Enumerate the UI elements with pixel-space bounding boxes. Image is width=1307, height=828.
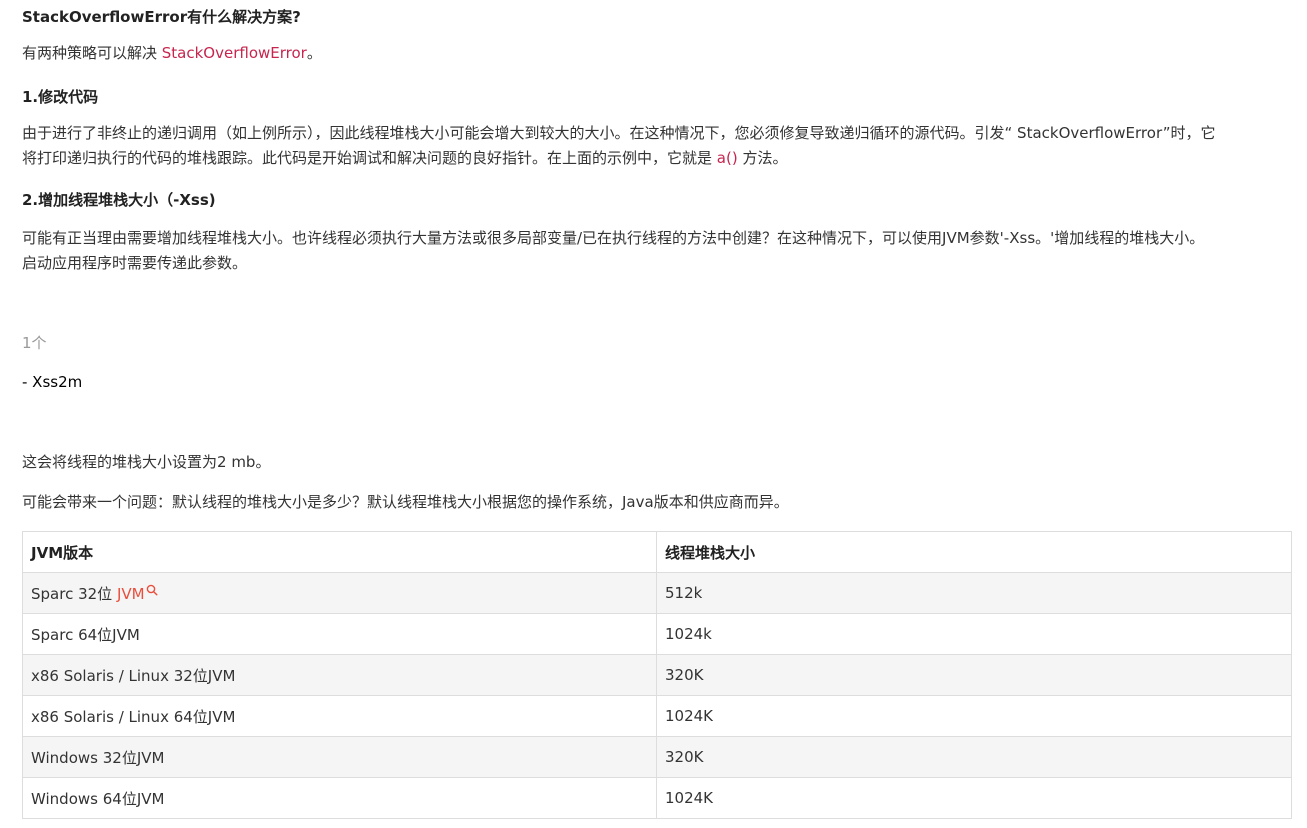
- search-icon[interactable]: [146, 584, 158, 596]
- inline-code: a(): [716, 149, 738, 167]
- question-paragraph: 可能会带来一个问题：默认线程的堆栈大小是多少？默认线程堆栈大小根据您的操作系统，…: [22, 493, 789, 511]
- section1-paragraph: 由于进行了非终止的递归调用（如上例所示），因此线程堆栈大小可能会增大到较大的大小…: [22, 121, 1216, 171]
- jvm-text: Sparc 32位: [31, 584, 117, 603]
- table-cell-jvm: x86 Solaris / Linux 32位JVM: [22, 654, 657, 696]
- code-line: - Xss2m: [22, 373, 83, 391]
- intro-text: 有两种策略可以解决: [22, 44, 162, 62]
- section1-line2: 将打印递归执行的代码的堆栈跟踪。此代码是开始调试和解决问题的良好指针。在上面的示…: [22, 146, 1216, 171]
- table-row: Windows 64位JVM 1024K: [22, 777, 1292, 819]
- intro-text-end: 。: [306, 44, 322, 62]
- table-header-size: 线程堆栈大小: [656, 531, 1292, 573]
- table-row: Sparc 32位 JVM 512k: [22, 572, 1292, 614]
- section2-line1: 可能有正当理由需要增加线程堆栈大小。也许线程必须执行大量方法或很多局部变量/已在…: [22, 229, 1205, 247]
- intro-paragraph: 有两种策略可以解决 StackOverflowError。: [22, 41, 322, 66]
- section-heading-increase-stack: 2.增加线程堆栈大小（-Xss): [22, 191, 216, 209]
- table-cell-jvm: x86 Solaris / Linux 64位JVM: [22, 695, 657, 737]
- inline-code: StackOverflowError: [161, 44, 307, 62]
- page-title: StackOverflowError有什么解决方案?: [22, 8, 301, 26]
- table-cell-size: 1024K: [656, 777, 1292, 819]
- table-row: x86 Solaris / Linux 64位JVM 1024K: [22, 695, 1292, 737]
- section2-line2: 启动应用程序时需要传递此参数。: [22, 254, 248, 272]
- after-code-paragraph: 这会将线程的堆栈大小设置为2 mb。: [22, 453, 271, 471]
- table-header-row: JVM版本 线程堆栈大小: [22, 531, 1292, 573]
- table-row: x86 Solaris / Linux 32位JVM 320K: [22, 654, 1292, 696]
- table-cell-size: 320K: [656, 654, 1292, 696]
- section1-line2-end: 方法。: [737, 149, 788, 167]
- table-cell-jvm: Windows 32位JVM: [22, 736, 657, 778]
- section-heading-modify-code: 1.修改代码: [22, 88, 99, 106]
- code-line-number: 1个: [22, 334, 47, 352]
- table-row: Sparc 64位JVM 1024k: [22, 613, 1292, 655]
- jvm-search-link[interactable]: JVM: [117, 585, 145, 603]
- table-cell-size: 512k: [656, 572, 1292, 614]
- section1-line1: 由于进行了非终止的递归调用（如上例所示），因此线程堆栈大小可能会增大到较大的大小…: [22, 124, 1216, 142]
- table-cell-jvm: Sparc 64位JVM: [22, 613, 657, 655]
- table-cell-jvm: Windows 64位JVM: [22, 777, 657, 819]
- table-row: Windows 32位JVM 320K: [22, 736, 1292, 778]
- table-cell-size: 1024k: [656, 613, 1292, 655]
- table-cell-size: 320K: [656, 736, 1292, 778]
- stack-size-table: JVM版本 线程堆栈大小 Sparc 32位 JVM 512k Sparc 64…: [22, 531, 1292, 819]
- table-cell-size: 1024K: [656, 695, 1292, 737]
- section2-paragraph: 可能有正当理由需要增加线程堆栈大小。也许线程必须执行大量方法或很多局部变量/已在…: [22, 226, 1204, 276]
- table-cell-jvm: Sparc 32位 JVM: [22, 572, 657, 614]
- table-header-jvm: JVM版本: [22, 531, 657, 573]
- section1-line2-text: 将打印递归执行的代码的堆栈跟踪。此代码是开始调试和解决问题的良好指针。在上面的示…: [22, 149, 717, 167]
